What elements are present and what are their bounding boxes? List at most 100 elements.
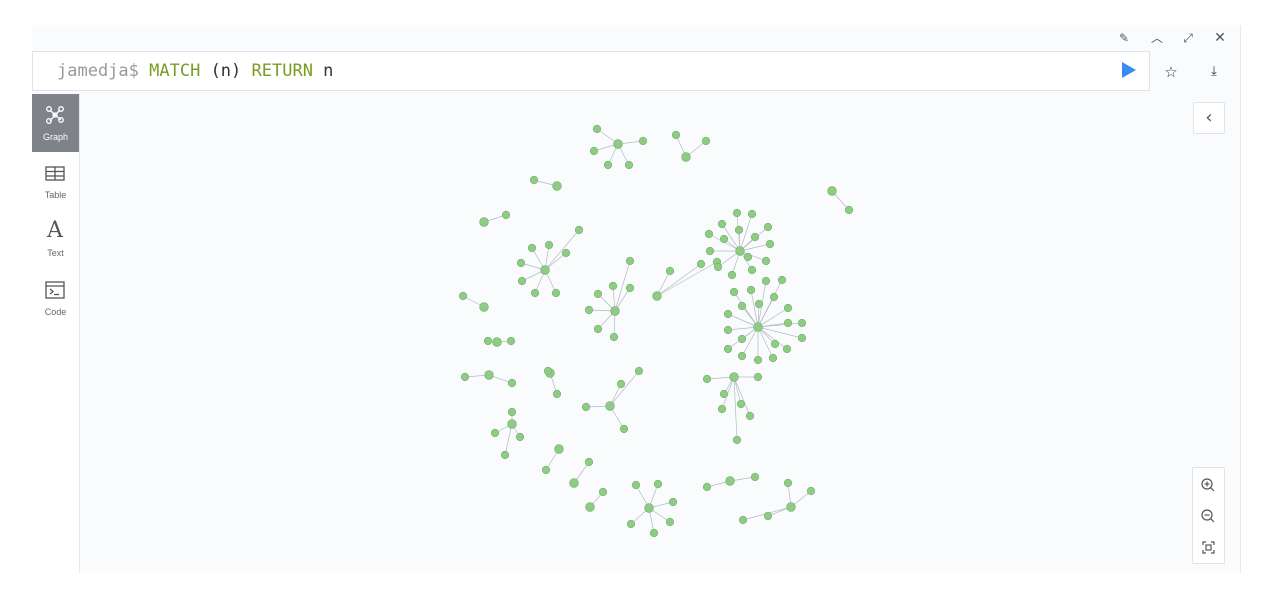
graph-node[interactable] — [696, 259, 706, 269]
graph-node[interactable] — [797, 318, 807, 328]
graph-node[interactable] — [540, 265, 550, 275]
graph-relationship[interactable] — [504, 423, 513, 456]
graph-node[interactable] — [458, 291, 468, 301]
graph-node[interactable] — [613, 139, 623, 149]
graph-node[interactable] — [719, 234, 729, 244]
graph-node[interactable] — [517, 276, 527, 286]
graph-node[interactable] — [737, 334, 747, 344]
graph-node[interactable] — [544, 240, 554, 250]
graph-node[interactable] — [574, 225, 584, 235]
graph-node[interactable] — [763, 222, 773, 232]
graph-node[interactable] — [734, 225, 744, 235]
graph-node[interactable] — [516, 258, 526, 268]
graph-node[interactable] — [737, 301, 747, 311]
graph-relationship[interactable] — [757, 322, 803, 328]
graph-node[interactable] — [479, 302, 489, 312]
graph-node[interactable] — [761, 256, 771, 266]
graph-node[interactable] — [569, 478, 579, 488]
graph-node[interactable] — [827, 186, 837, 196]
graph-node[interactable] — [649, 528, 659, 538]
graph-node[interactable] — [506, 336, 516, 346]
graph-node[interactable] — [585, 502, 595, 512]
graph-node[interactable] — [529, 175, 539, 185]
graph-node[interactable] — [754, 299, 764, 309]
graph-node[interactable] — [702, 482, 712, 492]
graph-node[interactable] — [745, 411, 755, 421]
graph-node[interactable] — [652, 291, 662, 301]
graph-node[interactable] — [631, 480, 641, 490]
graph-node[interactable] — [552, 181, 562, 191]
graph-node[interactable] — [737, 351, 747, 361]
query-editor[interactable]: jamedja$ MATCH (n) RETURN n — [32, 51, 1150, 91]
graph-node[interactable] — [665, 517, 675, 527]
graph-node[interactable] — [668, 497, 678, 507]
graph-node[interactable] — [619, 424, 629, 434]
graph-relationship[interactable] — [757, 326, 774, 359]
graph-node[interactable] — [783, 478, 793, 488]
graph-node[interactable] — [603, 160, 613, 170]
graph-node[interactable] — [735, 246, 745, 256]
tab-code[interactable]: Code — [32, 269, 79, 327]
graph-node[interactable] — [723, 344, 733, 354]
graph-node[interactable] — [561, 248, 571, 258]
graph-node[interactable] — [507, 419, 517, 429]
graph-node[interactable] — [593, 289, 603, 299]
graph-node[interactable] — [783, 318, 793, 328]
graph-node[interactable] — [541, 465, 551, 475]
pin-icon[interactable]: ✎ — [1115, 29, 1133, 47]
query-text[interactable]: jamedja$ MATCH (n) RETURN n — [57, 61, 333, 81]
graph-node[interactable] — [483, 336, 493, 346]
chevron-up-icon[interactable]: ︿ — [1148, 29, 1166, 47]
graph-node[interactable] — [605, 401, 615, 411]
graph-node[interactable] — [584, 305, 594, 315]
graph-node[interactable] — [769, 292, 779, 302]
graph-node[interactable] — [671, 130, 681, 140]
graph-node[interactable] — [702, 374, 712, 384]
graph-node[interactable] — [753, 355, 763, 365]
graph-node[interactable] — [753, 322, 763, 332]
graph-relationship[interactable] — [757, 326, 803, 339]
graph-node[interactable] — [732, 208, 742, 218]
graph-node[interactable] — [551, 288, 561, 298]
graph-canvas[interactable]: ‹ — [80, 94, 1240, 573]
graph-node[interactable] — [765, 239, 775, 249]
graph-node[interactable] — [625, 256, 635, 266]
graph-node[interactable] — [770, 339, 780, 349]
graph-node[interactable] — [681, 152, 691, 162]
graph-node[interactable] — [701, 136, 711, 146]
graph-node[interactable] — [581, 402, 591, 412]
graph-node[interactable] — [704, 229, 714, 239]
graph-node[interactable] — [616, 379, 626, 389]
download-icon[interactable]: ⤓ — [1202, 60, 1226, 84]
graph-node[interactable] — [727, 270, 737, 280]
graph-node[interactable] — [732, 435, 742, 445]
graph-relationship[interactable] — [656, 263, 702, 297]
graph-node[interactable] — [750, 472, 760, 482]
graph-node[interactable] — [665, 266, 675, 276]
graph-node[interactable] — [507, 407, 517, 417]
graph-node[interactable] — [797, 333, 807, 343]
graph-node[interactable] — [738, 515, 748, 525]
graph-node[interactable] — [515, 432, 525, 442]
tab-table[interactable]: Table — [32, 152, 79, 210]
graph-node[interactable] — [625, 283, 635, 293]
graph-node[interactable] — [592, 124, 602, 134]
graph-node[interactable] — [492, 337, 502, 347]
graph-node[interactable] — [479, 217, 489, 227]
graph-node[interactable] — [713, 262, 723, 272]
graph-node[interactable] — [460, 372, 470, 382]
graph-node[interactable] — [723, 309, 733, 319]
graph-node[interactable] — [705, 246, 715, 256]
zoom-out-icon[interactable] — [1193, 501, 1224, 532]
graph-node[interactable] — [554, 444, 564, 454]
graph-node[interactable] — [593, 324, 603, 334]
graph-node[interactable] — [750, 232, 760, 242]
expand-icon[interactable]: ⤢ — [1179, 29, 1197, 47]
graph-node[interactable] — [723, 325, 733, 335]
graph-node[interactable] — [725, 476, 735, 486]
graph-node[interactable] — [490, 428, 500, 438]
fit-to-screen-icon[interactable] — [1193, 532, 1224, 563]
graph-node[interactable] — [624, 160, 634, 170]
run-button[interactable] — [1122, 62, 1136, 78]
graph-node[interactable] — [844, 205, 854, 215]
